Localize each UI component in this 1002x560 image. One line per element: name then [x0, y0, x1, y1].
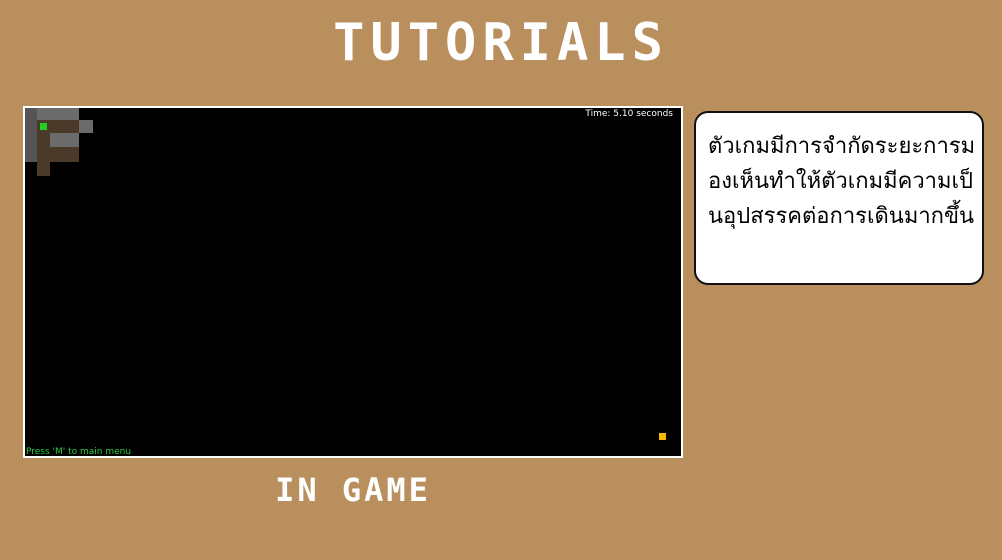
player-marker — [40, 123, 47, 130]
goal-marker — [659, 433, 666, 440]
bubble-text: ตัวเกมมีการจำกัดระยะการมองเห็นทำให้ตัวเก… — [708, 134, 976, 229]
visible-floor-tile — [25, 108, 37, 162]
timer-label: Time: 5.10 seconds — [585, 109, 673, 119]
game-viewport[interactable]: Time: 5.10 seconds Press 'M' to main men… — [23, 106, 683, 458]
main-menu-hint: Press 'M' to main menu — [26, 447, 132, 457]
page-title: TUTORIALS — [333, 13, 669, 73]
in-game-caption: IN GAME — [275, 471, 431, 509]
speech-bubble: ตัวเกมมีการจำกัดระยะการมองเห็นทำให้ตัวเก… — [694, 111, 984, 285]
wall-tile — [37, 133, 50, 176]
wall-tile — [50, 147, 79, 162]
visible-floor-tile — [79, 120, 93, 133]
caption-container: IN GAME — [23, 470, 723, 510]
